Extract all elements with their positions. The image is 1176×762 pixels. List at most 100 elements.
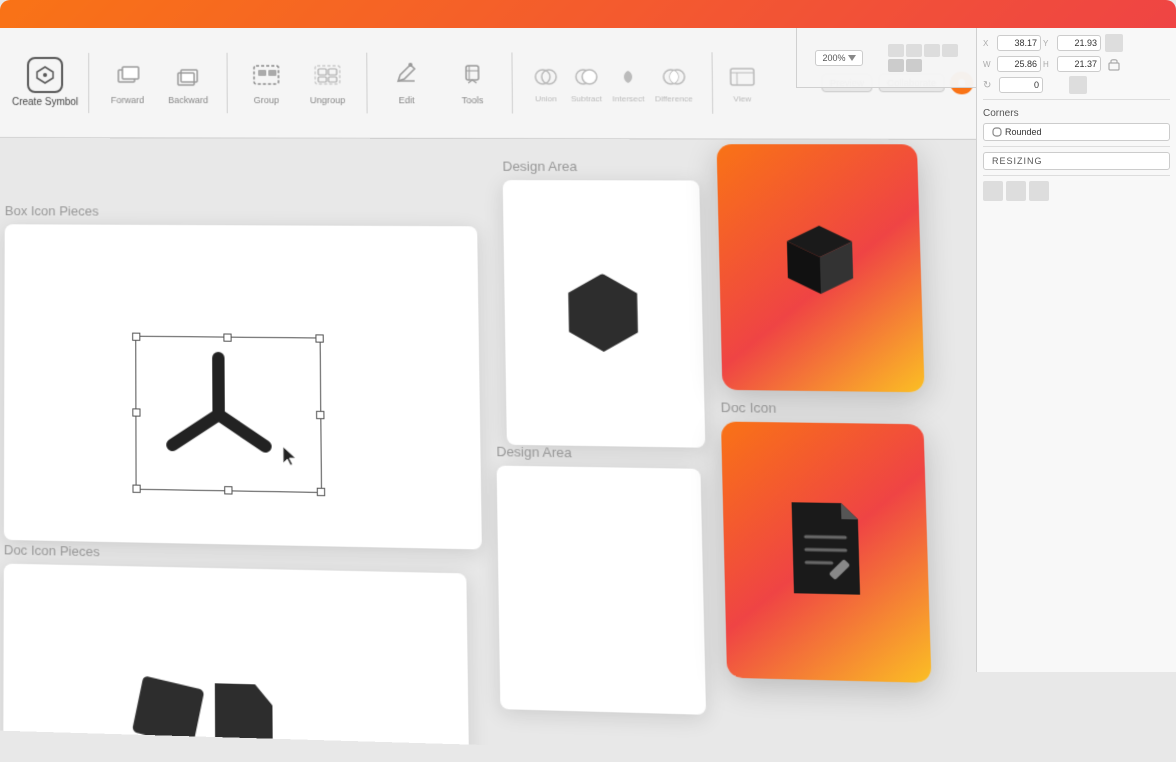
- view-button[interactable]: View: [721, 62, 764, 103]
- backward-button[interactable]: Backward: [158, 47, 219, 118]
- doc-icon-pieces-card[interactable]: [3, 564, 469, 762]
- tools-label: Tools: [462, 95, 484, 105]
- doc-icon-label: Doc Icon: [720, 399, 923, 418]
- resizing-button[interactable]: RESIZING: [983, 152, 1170, 170]
- y-tag: Y: [1043, 39, 1055, 48]
- edit-label: Edit: [399, 95, 415, 105]
- nav-icon-5: [888, 59, 904, 72]
- selection-box: [135, 335, 322, 492]
- wh-row: W H: [983, 55, 1170, 73]
- separator-5: [711, 52, 713, 113]
- corners-label: Corners: [983, 108, 1170, 119]
- design-area-1-card[interactable]: [503, 180, 706, 448]
- union-button[interactable]: Union: [531, 62, 560, 103]
- handle-bm[interactable]: [224, 486, 232, 494]
- nav-icon-4: [942, 44, 958, 57]
- separator-3: [366, 52, 367, 113]
- union-icon: [531, 62, 560, 91]
- backward-label: Backward: [168, 95, 208, 105]
- canvas-background: Box Icon Pieces: [0, 138, 1052, 762]
- panel-icon-1: [983, 181, 1003, 201]
- create-symbol-button[interactable]: Create Symbol: [10, 37, 80, 127]
- box-icon-pieces-card[interactable]: [4, 224, 482, 549]
- design-area-1-label: Design Area: [502, 159, 699, 175]
- h-input[interactable]: [1057, 56, 1101, 72]
- doc-icon-pieces-wrapper: Doc Icon Pieces: [3, 542, 469, 762]
- group-section: Group Ungroup: [236, 47, 359, 118]
- properties-panel: X Y W H ↻ Corners Rounded RESIZING: [976, 28, 1176, 672]
- separator-1: [88, 52, 89, 112]
- box-icon-card[interactable]: [717, 144, 925, 392]
- design-area-2-card[interactable]: [497, 466, 706, 715]
- handle-mr[interactable]: [316, 410, 324, 418]
- y-input[interactable]: [1057, 35, 1101, 51]
- nav-icon-2: [906, 44, 922, 57]
- subtract-button[interactable]: Subtract: [571, 62, 602, 103]
- zoom-controls: 200%: [796, 28, 976, 88]
- panel-divider-3: [983, 175, 1170, 176]
- x-input[interactable]: [997, 35, 1041, 51]
- nav-icons-row1: [888, 44, 958, 57]
- aspect-lock-icon: [1105, 55, 1123, 73]
- design-area-2-wrapper: Design Area: [496, 444, 706, 715]
- w-tag: W: [983, 60, 995, 69]
- nav-icons-row2: [888, 59, 958, 72]
- edit-button[interactable]: Edit: [375, 47, 437, 118]
- doc-icon-card[interactable]: [721, 422, 932, 683]
- box-icon-pieces-wrapper: Box Icon Pieces: [4, 203, 482, 549]
- cursor-icon: [281, 444, 300, 472]
- doc-icon-svg: [769, 491, 882, 611]
- title-bar: [0, 0, 1176, 28]
- box-icon-pieces-label: Box Icon Pieces: [5, 203, 477, 220]
- forward-label: Forward: [111, 95, 144, 105]
- box-icon-wrapper: Box Icon: [716, 138, 925, 392]
- group-button[interactable]: Group: [236, 47, 297, 118]
- forward-button[interactable]: Forward: [97, 47, 158, 117]
- handle-br[interactable]: [317, 487, 325, 495]
- h-tag: H: [1043, 60, 1055, 69]
- handle-tm[interactable]: [223, 333, 231, 341]
- panel-divider-1: [983, 99, 1170, 100]
- handle-ml[interactable]: [132, 408, 140, 416]
- handle-tr[interactable]: [315, 334, 323, 342]
- doc-piece-2: [215, 683, 273, 753]
- rotation-input[interactable]: [999, 77, 1043, 93]
- canvas-viewport: Box Icon Pieces: [0, 138, 1052, 762]
- union-label: Union: [535, 94, 557, 103]
- nav-icon-3: [924, 44, 940, 57]
- tools-button[interactable]: Tools: [441, 47, 504, 118]
- zoom-display[interactable]: 200%: [815, 50, 862, 66]
- subtract-label: Subtract: [571, 94, 602, 103]
- design-area-2-label: Design Area: [496, 444, 700, 463]
- ungroup-icon: [312, 60, 343, 92]
- zoom-value: 200%: [822, 53, 845, 63]
- tools-icon: [458, 60, 487, 93]
- x-tag: X: [983, 39, 995, 48]
- difference-icon: [659, 62, 689, 91]
- subtract-icon: [572, 62, 601, 91]
- intersect-label: Intersect: [612, 94, 644, 103]
- separator-4: [511, 52, 513, 113]
- intersect-button[interactable]: Intersect: [612, 62, 644, 103]
- create-symbol-icon: [27, 56, 63, 92]
- difference-button[interactable]: Difference: [655, 62, 693, 103]
- rounded-button[interactable]: Rounded: [983, 123, 1170, 141]
- design-area-1-wrapper: Design Area: [502, 159, 705, 448]
- panel-icons-row: [983, 181, 1170, 201]
- handle-tl[interactable]: [132, 332, 140, 340]
- forward-icon: [113, 60, 141, 92]
- rotation-icon: ↻: [983, 80, 997, 91]
- handle-bl[interactable]: [132, 484, 140, 492]
- panel-icon-3: [1029, 181, 1049, 201]
- rotation-row: ↻: [983, 76, 1170, 94]
- w-input[interactable]: [997, 56, 1041, 72]
- ungroup-button[interactable]: Ungroup: [297, 47, 359, 118]
- view-icon: [727, 62, 757, 91]
- boolean-ops-group: Union Subtract Intersect: [521, 62, 704, 103]
- hexagon-shape: [562, 273, 644, 352]
- backward-icon: [174, 60, 202, 92]
- create-symbol-label: Create Symbol: [12, 97, 78, 109]
- separator-2: [227, 52, 228, 112]
- view-label: View: [733, 94, 751, 103]
- intersect-icon: [613, 62, 643, 91]
